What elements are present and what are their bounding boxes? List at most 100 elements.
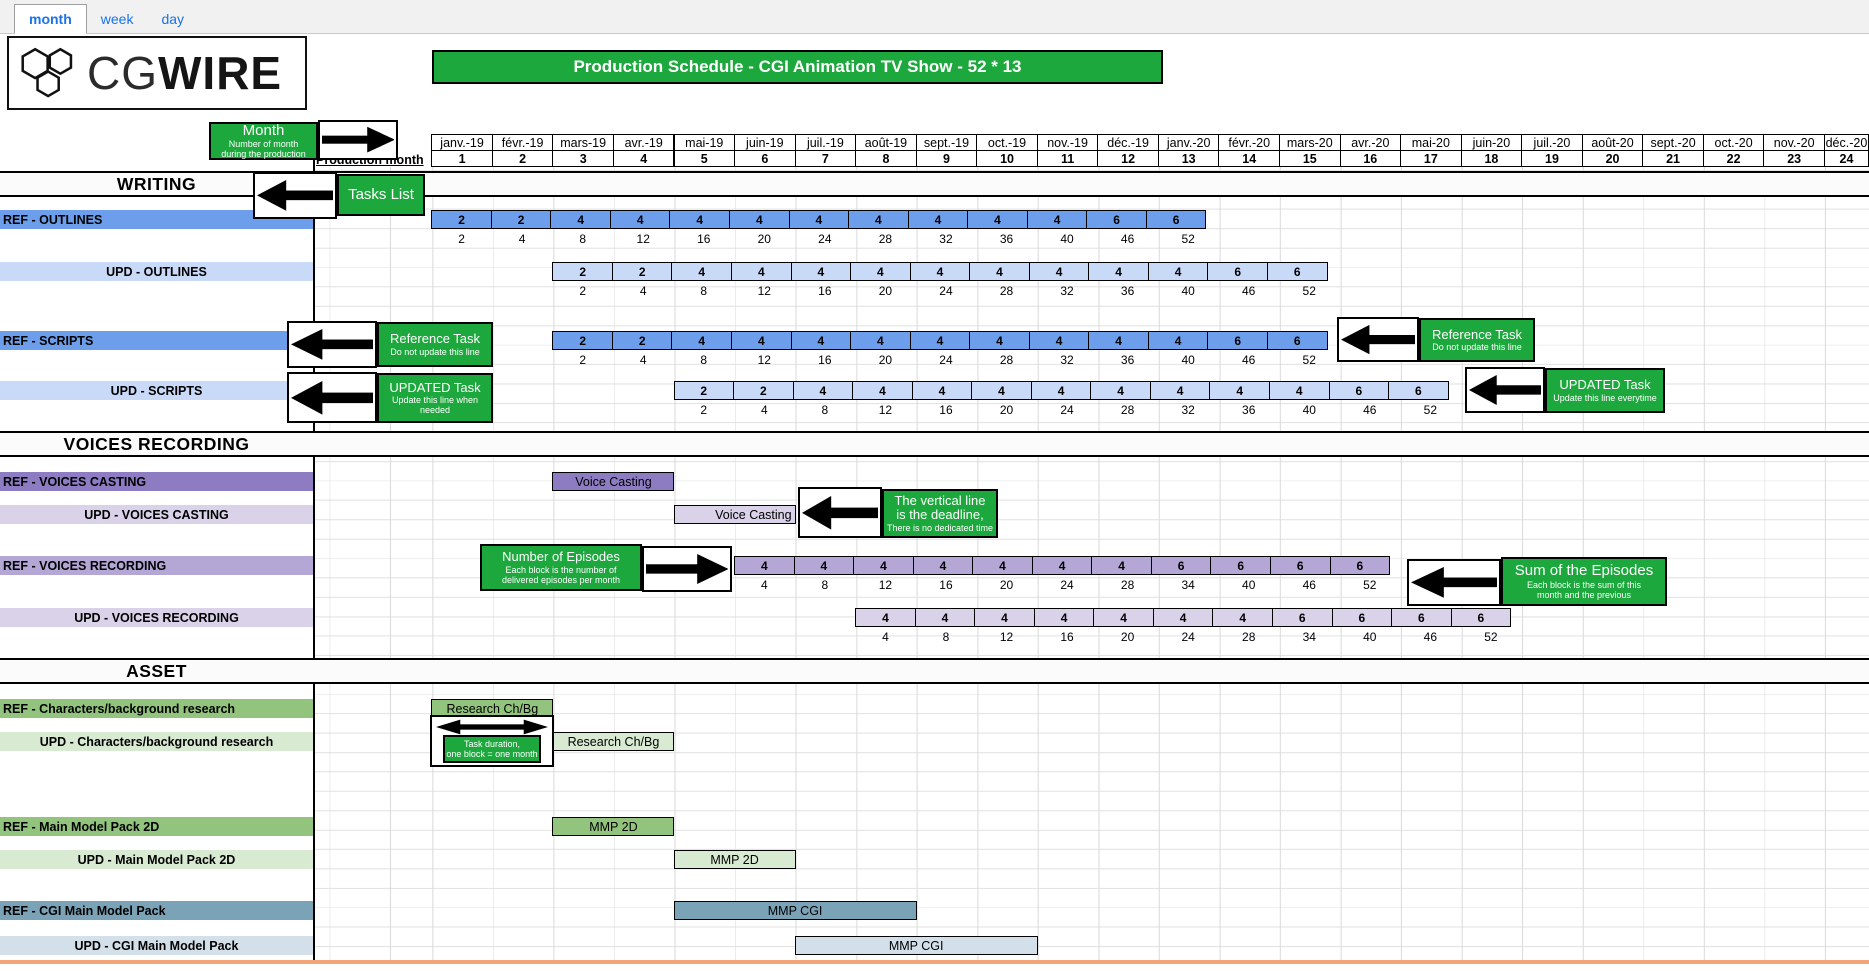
value-cell[interactable]: 4 [912, 381, 973, 400]
gantt-task-bar[interactable]: Voice Casting [674, 505, 796, 524]
gantt-task-bar[interactable]: Voice Casting [552, 472, 674, 491]
value-cell[interactable]: 6 [1272, 608, 1333, 627]
sum-cell[interactable]: 40 [1279, 401, 1340, 418]
value-cell[interactable]: 6 [1388, 381, 1449, 400]
sum-episodes-arrow-frame[interactable] [1407, 559, 1501, 606]
month-header-cell[interactable]: août-19 [855, 134, 917, 151]
value-cell[interactable]: 4 [789, 210, 850, 229]
month-number-cell[interactable]: 17 [1400, 150, 1462, 167]
upd-task-left-arrow-frame[interactable] [287, 372, 377, 423]
value-cell[interactable]: 4 [910, 262, 971, 281]
value-cell[interactable]: 4 [850, 331, 911, 350]
value-cell[interactable]: 2 [552, 331, 613, 350]
month-header-cell[interactable]: févr.-19 [492, 134, 554, 151]
month-header-cell[interactable]: oct.-19 [976, 134, 1038, 151]
sum-cell[interactable]: 8 [795, 401, 856, 418]
row-label[interactable]: REF - VOICES RECORDING [0, 556, 313, 575]
num-episodes-arrow-frame[interactable] [642, 546, 732, 592]
month-number-cell[interactable]: 13 [1158, 150, 1220, 167]
month-header-cell[interactable]: juil.-19 [795, 134, 857, 151]
value-cell[interactable]: 4 [913, 556, 974, 575]
sum-cell[interactable]: 24 [1037, 576, 1098, 593]
value-cell[interactable]: 6 [1267, 331, 1328, 350]
value-cell[interactable]: 4 [1148, 331, 1209, 350]
row-label[interactable]: REF - Characters/background research [0, 699, 313, 718]
sum-cell[interactable]: 12 [855, 401, 916, 418]
sum-cell[interactable]: 36 [1097, 351, 1158, 368]
value-cell[interactable]: 6 [1207, 331, 1268, 350]
value-cell[interactable]: 4 [729, 210, 790, 229]
sum-cell[interactable]: 24 [1158, 628, 1219, 645]
sum-cell[interactable]: 16 [795, 282, 856, 299]
sum-cell[interactable]: 24 [795, 230, 856, 247]
month-number-cell[interactable]: 1 [431, 150, 493, 167]
month-header-cell[interactable]: mai-20 [1400, 134, 1462, 151]
month-header-cell[interactable]: oct.-20 [1703, 134, 1765, 151]
ref-task-right-arrow-frame[interactable] [1337, 317, 1419, 362]
month-header-cell[interactable]: sept.-20 [1642, 134, 1704, 151]
month-number-cell[interactable]: 4 [613, 150, 675, 167]
sum-cell[interactable]: 28 [855, 230, 916, 247]
value-cell[interactable]: 6 [1207, 262, 1268, 281]
month-number-cell[interactable]: 21 [1642, 150, 1704, 167]
value-cell[interactable]: 4 [855, 608, 916, 627]
sum-cell[interactable]: 8 [673, 351, 734, 368]
ref-task-left-callout[interactable]: Reference Task Do not update this line [377, 322, 493, 367]
value-cell[interactable]: 2 [612, 262, 673, 281]
month-number-cell[interactable]: 8 [855, 150, 917, 167]
month-number-cell[interactable]: 10 [976, 150, 1038, 167]
value-cell[interactable]: 4 [848, 210, 909, 229]
value-cell[interactable]: 4 [1029, 331, 1090, 350]
month-number-cell[interactable]: 18 [1461, 150, 1523, 167]
month-header-cell[interactable]: mars-20 [1279, 134, 1341, 151]
tasks-list-callout[interactable]: Tasks List [337, 174, 425, 216]
upd-task-right-callout[interactable]: UPDATED Task Update this line everytime [1545, 368, 1665, 413]
month-header-cell[interactable]: févr.-20 [1218, 134, 1280, 151]
value-cell[interactable]: 6 [1086, 210, 1147, 229]
sum-cell[interactable]: 28 [976, 282, 1037, 299]
value-cell[interactable]: 4 [1212, 608, 1273, 627]
value-cell[interactable]: 2 [612, 331, 673, 350]
month-header-cell[interactable]: août-20 [1582, 134, 1644, 151]
value-cell[interactable]: 4 [671, 262, 732, 281]
value-cell[interactable]: 6 [1391, 608, 1452, 627]
value-cell[interactable]: 4 [1090, 381, 1151, 400]
month-number-cell[interactable]: 16 [1340, 150, 1402, 167]
month-header-cell[interactable]: janv.-19 [431, 134, 493, 151]
sum-cell[interactable]: 20 [855, 351, 916, 368]
value-cell[interactable]: 4 [853, 556, 914, 575]
month-callout-arrow-frame[interactable] [318, 120, 398, 160]
sum-cell[interactable]: 46 [1279, 576, 1340, 593]
value-cell[interactable]: 4 [1029, 262, 1090, 281]
month-header-cell[interactable]: juin-19 [734, 134, 796, 151]
sum-cell[interactable]: 34 [1279, 628, 1340, 645]
sum-cell[interactable]: 20 [1097, 628, 1158, 645]
sum-cell[interactable]: 8 [795, 576, 856, 593]
sum-cell[interactable]: 4 [613, 351, 674, 368]
sum-cell[interactable]: 32 [1037, 282, 1098, 299]
sum-cell[interactable]: 8 [673, 282, 734, 299]
deadline-arrow-frame[interactable] [798, 487, 882, 538]
value-cell[interactable]: 4 [669, 210, 730, 229]
month-callout[interactable]: Month Number of month during the product… [209, 122, 318, 160]
value-cell[interactable]: 6 [1210, 556, 1271, 575]
tasks-list-arrow-frame[interactable] [253, 172, 337, 219]
sum-cell[interactable]: 12 [613, 230, 674, 247]
month-number-cell[interactable]: 7 [795, 150, 857, 167]
sum-cell[interactable]: 28 [1097, 576, 1158, 593]
sum-cell[interactable]: 16 [1037, 628, 1098, 645]
sum-cell[interactable]: 52 [1340, 576, 1401, 593]
sum-cell[interactable]: 46 [1340, 401, 1401, 418]
upd-task-right-arrow-frame[interactable] [1465, 367, 1545, 413]
sum-cell[interactable]: 20 [976, 576, 1037, 593]
sum-cell[interactable]: 36 [1097, 282, 1158, 299]
sum-cell[interactable]: 52 [1279, 282, 1340, 299]
sum-cell[interactable]: 4 [855, 628, 916, 645]
tab-month[interactable]: month [14, 4, 87, 34]
sum-cell[interactable]: 52 [1158, 230, 1219, 247]
sum-cell[interactable]: 28 [1218, 628, 1279, 645]
sum-cell[interactable]: 20 [734, 230, 795, 247]
tab-day[interactable]: day [147, 5, 198, 33]
value-cell[interactable]: 4 [734, 556, 795, 575]
sum-cell[interactable]: 32 [1158, 401, 1219, 418]
